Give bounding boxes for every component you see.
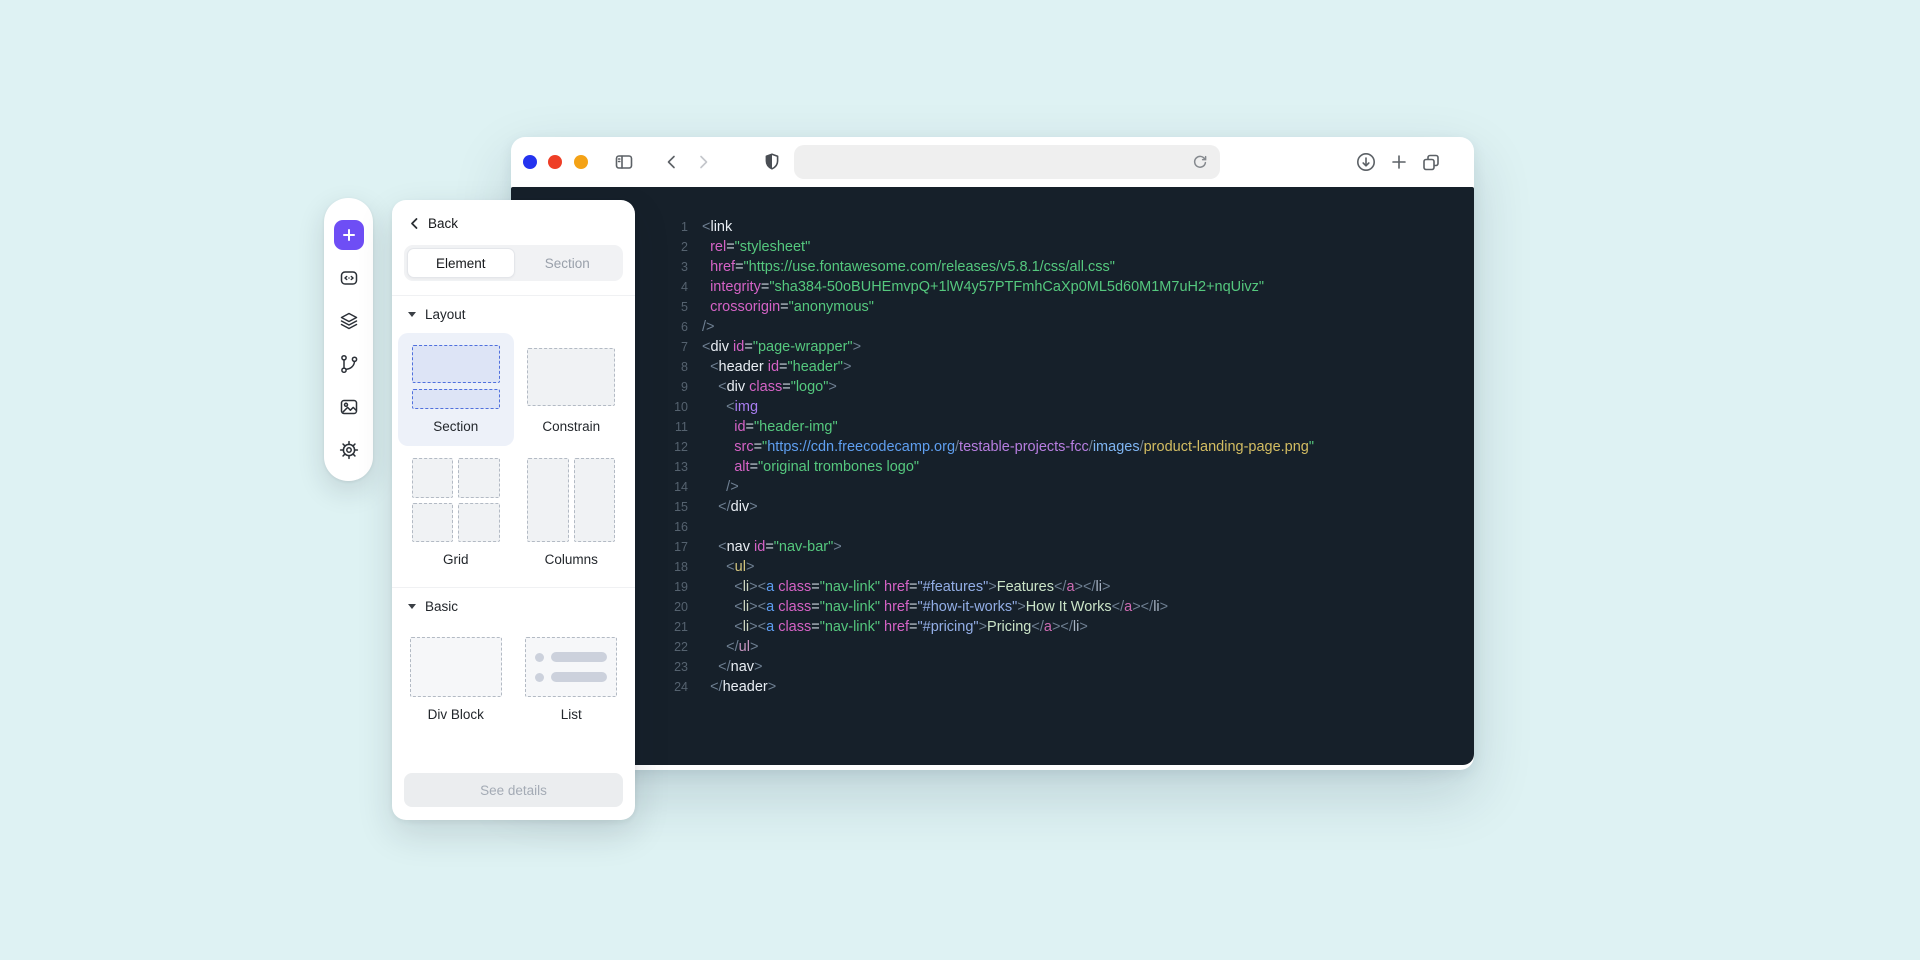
code-line: 2 rel="stylesheet" bbox=[511, 237, 1474, 257]
browser-window: 1<link2 rel="stylesheet"3 href="https://… bbox=[511, 137, 1474, 770]
card-label: List bbox=[561, 707, 582, 722]
code-line: 15 </div> bbox=[511, 497, 1474, 517]
list-thumbnail bbox=[525, 637, 617, 697]
code-line: 21 <li><a class="nav-link" href="#pricin… bbox=[511, 617, 1474, 637]
new-tab-icon[interactable] bbox=[1388, 151, 1410, 173]
code-line: 10 <img bbox=[511, 397, 1474, 417]
code-line: 16 bbox=[511, 517, 1474, 537]
code-editor[interactable]: 1<link2 rel="stylesheet"3 href="https://… bbox=[511, 187, 1474, 765]
reload-icon[interactable] bbox=[1189, 151, 1211, 173]
card-grid[interactable]: Grid bbox=[398, 446, 514, 579]
section-thumbnail bbox=[412, 345, 500, 409]
section-title: Basic bbox=[425, 599, 458, 614]
section-title: Layout bbox=[425, 307, 466, 322]
code-line: 9 <div class="logo"> bbox=[511, 377, 1474, 397]
chevron-left-icon bbox=[408, 217, 421, 230]
code-lines: 1<link2 rel="stylesheet"3 href="https://… bbox=[511, 217, 1474, 697]
card-section[interactable]: Section bbox=[398, 333, 514, 446]
card-label: Grid bbox=[443, 552, 469, 567]
traffic-light-minimize[interactable] bbox=[548, 155, 562, 169]
card-div-block[interactable]: Div Block bbox=[398, 625, 514, 734]
tab-section[interactable]: Section bbox=[515, 248, 621, 278]
card-label: Columns bbox=[545, 552, 598, 567]
code-window-icon[interactable] bbox=[334, 263, 364, 293]
forward-icon[interactable] bbox=[692, 151, 714, 173]
div-block-thumbnail bbox=[410, 637, 502, 697]
tab-element[interactable]: Element bbox=[407, 248, 515, 278]
code-line: 20 <li><a class="nav-link" href="#how-it… bbox=[511, 597, 1474, 617]
back-label: Back bbox=[428, 216, 458, 231]
code-line: 17 <nav id="nav-bar"> bbox=[511, 537, 1474, 557]
code-line: 24 </header> bbox=[511, 677, 1474, 697]
sidebar-icon[interactable] bbox=[613, 151, 635, 173]
card-label: Section bbox=[433, 419, 478, 434]
constrain-thumbnail bbox=[527, 348, 615, 406]
code-line: 4 integrity="sha384-50oBUHEmvpQ+1lW4y57P… bbox=[511, 277, 1474, 297]
side-toolbar bbox=[324, 198, 373, 481]
tabs-icon[interactable] bbox=[1420, 151, 1442, 173]
layout-cards: Section Constrain Grid Columns bbox=[392, 333, 635, 587]
section-header-layout[interactable]: Layout bbox=[392, 295, 635, 333]
see-details-button[interactable]: See details bbox=[404, 773, 623, 807]
chevron-down-icon bbox=[408, 312, 416, 317]
layers-icon[interactable] bbox=[334, 306, 364, 336]
card-label: Div Block bbox=[428, 707, 484, 722]
card-constrain[interactable]: Constrain bbox=[514, 333, 630, 446]
chevron-down-icon bbox=[408, 604, 416, 609]
insert-panel: Back Element Section Layout Section Cons… bbox=[392, 200, 635, 820]
code-line: 13 alt="original trombones logo" bbox=[511, 457, 1474, 477]
code-line: 19 <li><a class="nav-link" href="#featur… bbox=[511, 577, 1474, 597]
back-button[interactable]: Back bbox=[392, 200, 635, 243]
columns-thumbnail bbox=[527, 458, 615, 542]
card-columns[interactable]: Columns bbox=[514, 446, 630, 579]
code-line: 18 <ul> bbox=[511, 557, 1474, 577]
code-line: 14 /> bbox=[511, 477, 1474, 497]
code-line: 5 crossorigin="anonymous" bbox=[511, 297, 1474, 317]
browser-chrome bbox=[511, 137, 1474, 187]
traffic-light-zoom[interactable] bbox=[574, 155, 588, 169]
shield-icon[interactable] bbox=[761, 151, 783, 173]
insert-plus-button[interactable] bbox=[334, 220, 364, 250]
traffic-light-close[interactable] bbox=[523, 155, 537, 169]
card-label: Constrain bbox=[542, 419, 600, 434]
code-line: 6/> bbox=[511, 317, 1474, 337]
code-line: 8 <header id="header"> bbox=[511, 357, 1474, 377]
code-line: 3 href="https://use.fontawesome.com/rele… bbox=[511, 257, 1474, 277]
download-icon[interactable] bbox=[1355, 151, 1377, 173]
gear-icon[interactable] bbox=[334, 435, 364, 465]
code-line: 23 </nav> bbox=[511, 657, 1474, 677]
element-section-tabs: Element Section bbox=[404, 245, 623, 281]
basic-cards: Div Block List bbox=[392, 625, 635, 742]
back-icon[interactable] bbox=[661, 151, 683, 173]
image-icon[interactable] bbox=[334, 392, 364, 422]
code-line: 1<link bbox=[511, 217, 1474, 237]
card-list[interactable]: List bbox=[514, 625, 630, 734]
code-line: 22 </ul> bbox=[511, 637, 1474, 657]
code-line: 12 src="https://cdn.freecodecamp.org/tes… bbox=[511, 437, 1474, 457]
code-line: 11 id="header-img" bbox=[511, 417, 1474, 437]
section-header-basic[interactable]: Basic bbox=[392, 587, 635, 625]
branch-icon[interactable] bbox=[334, 349, 364, 379]
url-bar[interactable] bbox=[794, 145, 1220, 179]
grid-thumbnail bbox=[412, 458, 500, 542]
code-line: 7<div id="page-wrapper"> bbox=[511, 337, 1474, 357]
